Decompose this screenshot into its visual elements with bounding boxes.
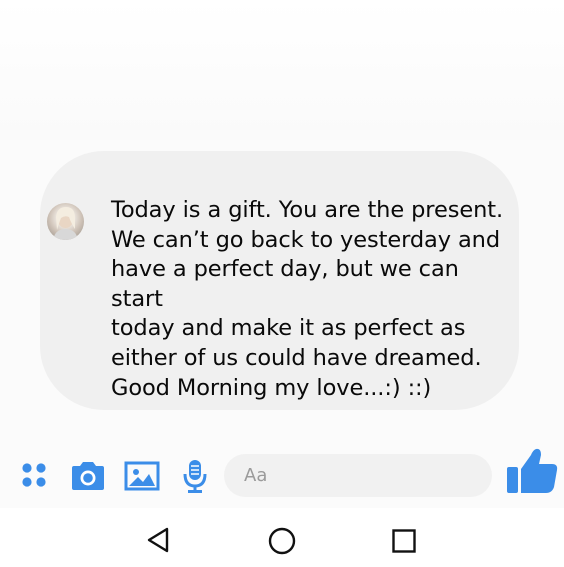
message-input-placeholder: Aa: [244, 465, 268, 486]
chat-screen: Today is a gift. You are the present. We…: [0, 0, 564, 567]
back-icon[interactable]: [145, 526, 171, 554]
header-area: [0, 0, 564, 140]
camera-icon[interactable]: [69, 461, 107, 491]
message-text: Today is a gift. You are the present. We…: [111, 197, 504, 401]
gallery-icon[interactable]: [124, 461, 160, 491]
avatar[interactable]: [47, 203, 84, 240]
recents-icon[interactable]: [392, 529, 416, 553]
message-input[interactable]: Aa: [224, 454, 492, 497]
apps-icon[interactable]: [21, 462, 47, 488]
thumbs-up-icon[interactable]: [505, 447, 559, 495]
microphone-icon[interactable]: [181, 458, 209, 494]
home-icon[interactable]: [268, 527, 296, 555]
